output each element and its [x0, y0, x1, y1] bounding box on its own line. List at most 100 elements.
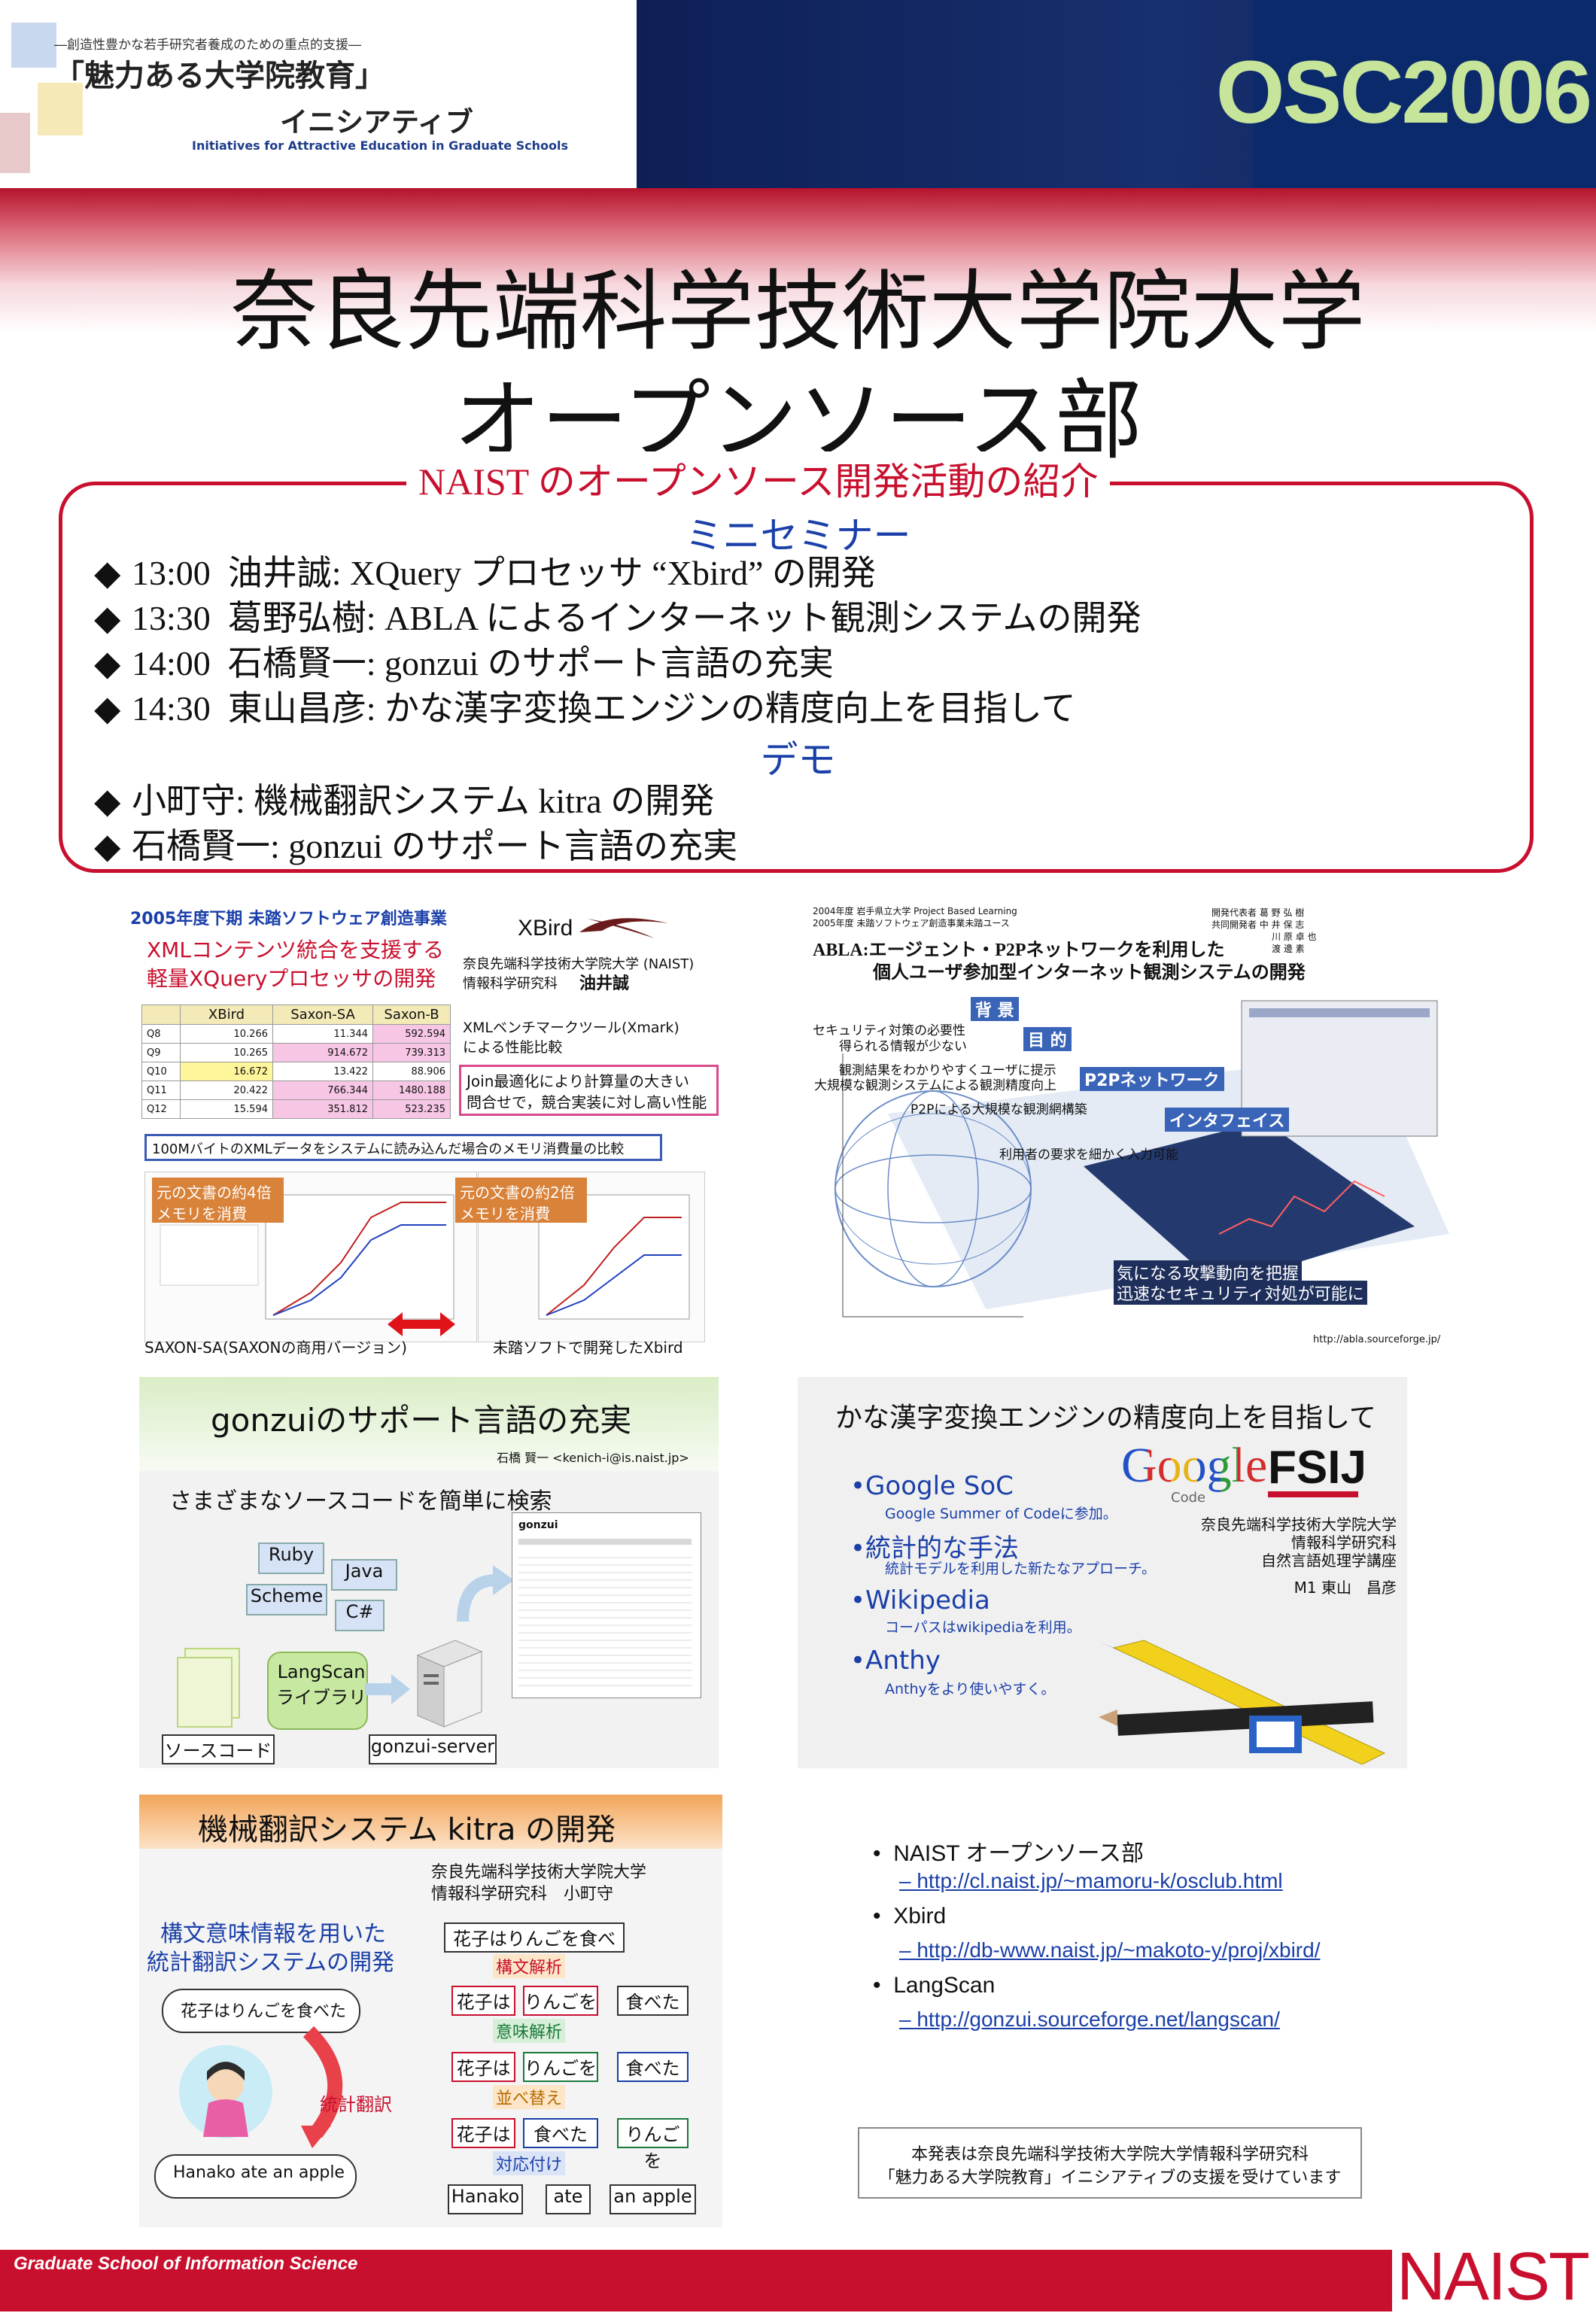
curved-arrow-icon	[457, 1565, 514, 1622]
input-sentence: 花子はりんごを食べた	[181, 2002, 347, 2021]
fsij-underline	[1268, 1491, 1358, 1497]
double-arrow-icon	[388, 1312, 455, 1336]
abla-meta: 2005年度 未踏ソフトウェア創造事業未踏ユース	[813, 918, 1010, 929]
kitra-cell: 花子は	[451, 2118, 515, 2148]
table-header: XBird	[180, 1005, 273, 1025]
kitra-cell: りんごを	[617, 2118, 689, 2172]
table-row: Q10 16.672 13.422 88.906	[141, 1062, 451, 1081]
abla-note: P2Pによる大規模な観測網構築	[910, 1102, 1087, 1117]
kitra-cell: 食べた	[523, 2118, 598, 2148]
kitra-cell: ate	[546, 2184, 591, 2214]
kitra-cell: 花子は	[451, 2052, 515, 2082]
kitra-panel: 機械翻訳システム kitra の開発 奈良先端科学技術大学院大学 情報科学研究科…	[139, 1795, 722, 2227]
link-url[interactable]: – http://db-www.naist.jp/~makoto-y/proj/…	[899, 1938, 1320, 1962]
kitra-affil: 奈良先端科学技術大学院大学	[431, 1863, 647, 1882]
xbird-author: 油井誠	[579, 974, 630, 993]
abla-label-goal: 目 的	[1023, 1027, 1072, 1051]
program-name: 「魅力ある大学院教育」	[54, 59, 385, 93]
decoration-square	[0, 113, 30, 173]
pencil-icon	[1099, 1640, 1386, 1764]
abla-note: 得られる情報が少ない	[839, 1039, 967, 1054]
main-title: 奈良先端科学技術大学院大学	[230, 261, 1366, 363]
table-header: Saxon-B	[372, 1005, 451, 1025]
google-logo: Google	[1121, 1438, 1268, 1493]
link-item: • LangScan	[873, 1973, 996, 1998]
abla-url[interactable]: http://abla.sourceforge.jp/	[1313, 1334, 1440, 1345]
lang-ruby: Ruby	[258, 1542, 324, 1574]
kitra-title: 機械翻訳システム kitra の開発	[198, 1813, 616, 1847]
kana-item-sub: コーパスはwikipediaを利用。	[885, 1619, 1081, 1636]
xbird-logo: XBird	[518, 916, 573, 941]
lang-scheme: Scheme	[246, 1584, 327, 1615]
table-header: Saxon-SA	[272, 1005, 373, 1025]
footer-school: Graduate School of Information Science	[14, 2254, 358, 2274]
step-reorder: 並べ替え	[493, 2085, 566, 2109]
header-banner-right: OSC2006	[637, 0, 1596, 188]
seminar-item: ◆ 13:00 油井誠: XQuery プロセッサ “Xbird” の開発	[94, 554, 876, 592]
abla-title: 個人ユーザ参加型インターネット観測システムの開発	[873, 963, 1306, 983]
initiative-label: イニシアティブ	[280, 106, 473, 138]
gonzui-server-label: gonzui-server	[369, 1734, 497, 1764]
kitra-cell: an apple	[610, 2184, 696, 2214]
seminar-item: ◆ 14:00 石橋賢一: gonzui のサポート言語の充実	[94, 644, 834, 682]
abla-note: 利用者の要求を細かく入力可能	[999, 1147, 1178, 1163]
xbird-affil: 情報科学研究科	[463, 976, 558, 992]
kana-item-sub: 統計モデルを利用した新たなアプローチ。	[885, 1561, 1157, 1577]
curved-arrow-icon	[301, 2026, 343, 2148]
table-row: Q8 10.266 11.344 592.594	[141, 1024, 451, 1044]
gonzui-author: 石橋 賢一 <kenich-i@is.naist.jp>	[497, 1451, 689, 1465]
kana-kanji-panel: かな漢字変換エンジンの精度向上を目指して Google Code FSIJ •G…	[798, 1377, 1407, 1768]
diamond-bullet-icon: ◆	[94, 644, 121, 682]
kitra-cell: 花子は	[451, 1986, 515, 2016]
acknowledgement-text: 本発表は奈良先端科学技術大学院大学情報科学研究科	[910, 2145, 1309, 2164]
kitra-cell: りんごを	[523, 1986, 598, 2016]
step-semantic: 意味解析	[493, 2019, 566, 2043]
table-row: Q12 15.594 351.812 523.235	[141, 1099, 451, 1119]
abla-meta: 2004年度 岩手県立大学 Project Based Learning	[813, 906, 1017, 916]
lang-csharp: C#	[335, 1600, 385, 1631]
saxon-note: メモリを消費	[157, 1205, 247, 1223]
abla-note: 大規模な観測システムによる観測精度向上	[814, 1078, 1056, 1093]
seminar-item: ◆ 14:30 東山昌彦: かな漢字変換エンジンの精度向上を目指して	[94, 689, 1076, 728]
saxon-caption: SAXON-SA(SAXONの商用バージョン)	[144, 1339, 407, 1357]
xbird-note: メモリを消費	[460, 1205, 550, 1223]
gonzui-lead: さまざまなソースコードを簡単に検索	[169, 1488, 552, 1515]
link-url[interactable]: – http://gonzui.sourceforge.net/langscan…	[899, 2008, 1280, 2032]
xbird-headline: XMLコンテンツ統合を支援する	[147, 938, 444, 962]
diamond-bullet-icon: ◆	[94, 782, 121, 820]
abla-team: 開発代表者 葛 野 弘 樹	[1211, 907, 1305, 918]
demo-item: ◆ 石橋賢一: gonzui のサポート言語の充実	[94, 827, 737, 865]
acknowledgement-text: 「魅力ある大学院教育」イニシアティブの支援を受けています	[878, 2169, 1342, 2187]
langscan-label: LangScan ライブラリ	[276, 1661, 366, 1708]
kitra-cell: 食べた	[617, 2052, 689, 2082]
kitra-cell: りんごを	[523, 2052, 598, 2082]
girl-icon	[179, 2045, 272, 2138]
xbird-bench: XMLベンチマークツール(Xmark)	[463, 1020, 679, 1036]
output-sentence: Hanako ate an apple	[173, 2163, 345, 2182]
step-align: 対応付け	[493, 2151, 566, 2175]
kitra-affil: 情報科学研究科 小町守	[431, 1885, 614, 1904]
link-url[interactable]: – http://cl.naist.jp/~mamoru-k/osclub.ht…	[899, 1869, 1283, 1893]
parse-sentence: 花子はりんごを食べた	[444, 1922, 625, 1976]
table-header-row: XBird Saxon-SA Saxon-B	[141, 1005, 451, 1025]
demo-item: ◆ 小町守: 機械翻訳システム kitra の開発	[94, 782, 715, 820]
kana-affil: 自然言語処理学講座	[1261, 1552, 1397, 1570]
xbird-memory-note: 100MバイトのXMLデータをシステムに読み込んだ場合のメモリ消費量の比較	[152, 1141, 625, 1157]
xbird-join: 問合せで，競合実装に対し高い性能	[467, 1093, 707, 1111]
xbird-join: Join最適化により計算量の大きい	[467, 1072, 689, 1090]
header-subtitle: ―創造性豊かな若手研究者養成のための重点的支援―	[54, 38, 361, 53]
xbird-bench: による性能比較	[463, 1039, 563, 1056]
kana-author: M1 東山 昌彦	[1294, 1579, 1397, 1597]
diamond-bullet-icon: ◆	[94, 827, 121, 865]
table-row: Q9 10.265 914.672 739.313	[141, 1043, 451, 1062]
initiative-english: Initiatives for Attractive Education in …	[192, 138, 569, 153]
kana-item-sub: Anthyをより使いやすく。	[885, 1681, 1056, 1697]
gonzui-title: gonzuiのサポート言語の充実	[211, 1402, 632, 1439]
link-item: • Xbird	[873, 1904, 947, 1928]
kana-title: かな漢字変換エンジンの精度向上を目指して	[835, 1403, 1376, 1433]
kitra-cell: Hanako	[448, 2184, 523, 2214]
lang-java: Java	[331, 1559, 397, 1591]
kana-item-sub: Google Summer of Codeに参加。	[885, 1506, 1117, 1522]
stat-translation-label: 統計翻訳	[320, 2094, 392, 2115]
xbird-project: 2005年度下期 未踏ソフトウェア創造事業	[130, 910, 447, 929]
